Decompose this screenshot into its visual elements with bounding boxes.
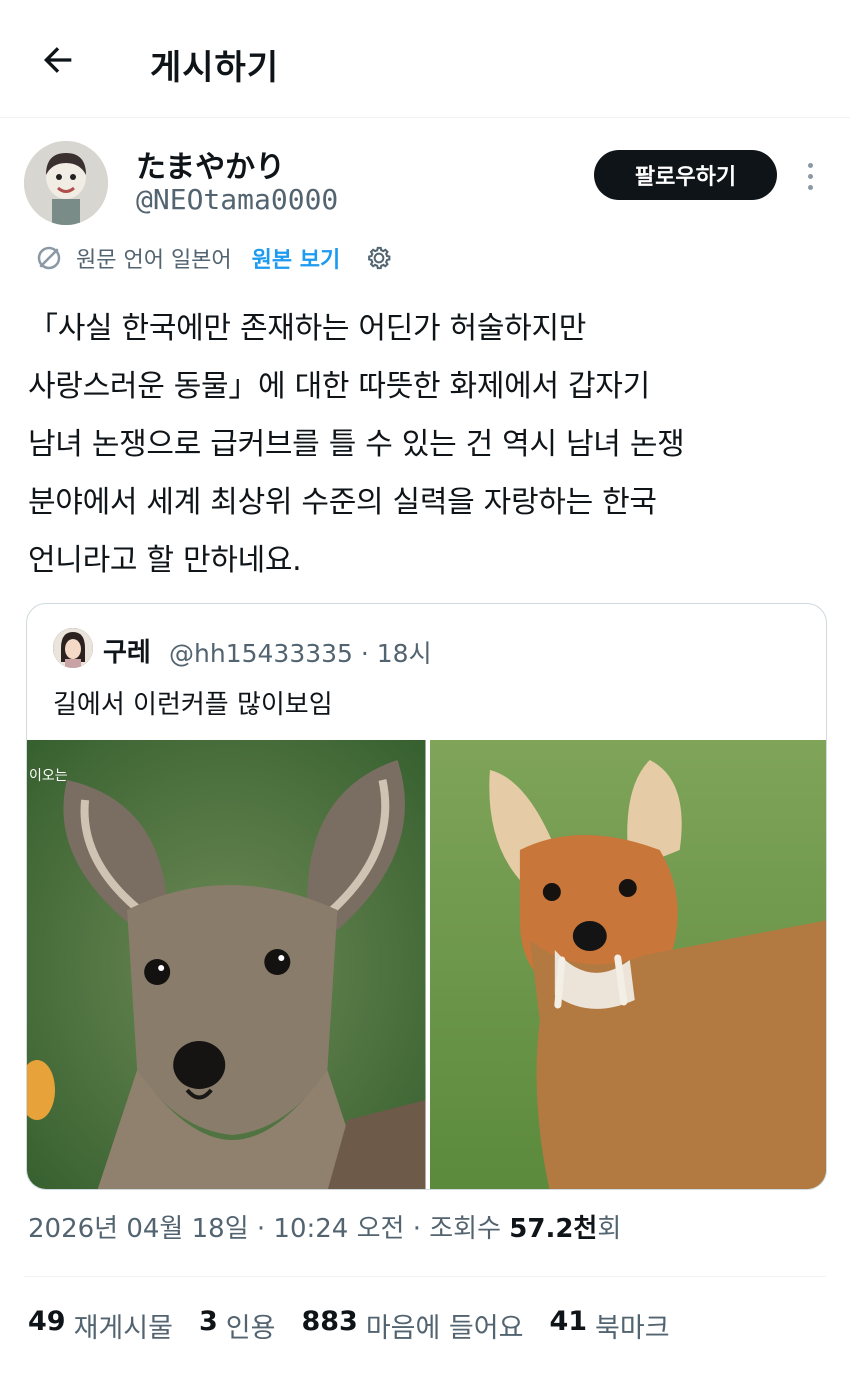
more-vertical-icon-dot bbox=[807, 184, 813, 190]
avatar[interactable] bbox=[24, 141, 108, 225]
view-count-suffix: 회 bbox=[597, 1214, 622, 1244]
more-vertical-icon-dot bbox=[807, 173, 813, 179]
source-language-label: 원문 언어 일본어 bbox=[76, 248, 232, 273]
engagement-stats: 49 재게시물 3 인용 883 마음에 들어요 41 북마크 bbox=[28, 1306, 670, 1345]
reposts-stat[interactable]: 49 재게시물 bbox=[28, 1306, 173, 1345]
water-deer-photo-left[interactable]: 이오는 bbox=[27, 740, 426, 1189]
translate-icon bbox=[37, 246, 61, 270]
more-options-button[interactable] bbox=[798, 156, 822, 196]
quotes-stat[interactable]: 3 인용 bbox=[199, 1306, 275, 1345]
quoted-media[interactable]: 이오는 bbox=[27, 740, 826, 1189]
view-count: 57.2천 bbox=[509, 1214, 598, 1244]
likes-count: 883 bbox=[301, 1306, 358, 1337]
likes-stat[interactable]: 883 마음에 들어요 bbox=[301, 1306, 523, 1345]
tweet-text: 「사실 한국에만 존재하는 어딘가 허술하지만 사랑스러운 동물」에 대한 따뜻… bbox=[28, 311, 685, 578]
bookmarks-label: 북마크 bbox=[595, 1313, 670, 1344]
page-title: 게시하기 bbox=[150, 48, 280, 88]
bookmarks-count: 41 bbox=[549, 1306, 588, 1337]
follow-button[interactable]: 팔로우하기 bbox=[594, 150, 777, 200]
reposts-label: 재게시물 bbox=[73, 1313, 173, 1344]
quoted-tweet-text: 길에서 이런커플 많이보임 bbox=[53, 690, 333, 720]
likes-label: 마음에 들어요 bbox=[365, 1313, 524, 1344]
author-display-name[interactable]: たまやかり bbox=[136, 142, 285, 186]
bookmarks-stat[interactable]: 41 북마크 bbox=[549, 1306, 669, 1345]
gear-icon bbox=[368, 246, 391, 270]
timestamp-date: 2026년 04월 18일 · 10:24 오전 · 조회수 bbox=[28, 1214, 510, 1244]
quoted-tweet-card[interactable]: 구레 @hh15433335 · 18시 길에서 이런커플 많이보임 이오는 bbox=[26, 603, 827, 1190]
quotes-count: 3 bbox=[198, 1306, 218, 1337]
show-original-link[interactable]: 원본 보기 bbox=[252, 242, 341, 274]
more-vertical-icon bbox=[807, 162, 813, 168]
top-bar: 게시하기 bbox=[0, 0, 850, 118]
reposts-count: 49 bbox=[28, 1306, 66, 1337]
translation-settings-button[interactable] bbox=[364, 243, 394, 273]
translation-row: 원문 언어 일본어 원본 보기 bbox=[34, 240, 394, 276]
quotes-label: 인용 bbox=[225, 1313, 276, 1344]
quoted-avatar[interactable] bbox=[53, 628, 93, 668]
back-button[interactable] bbox=[36, 38, 80, 82]
image-watermark-text: 이오는 bbox=[29, 768, 68, 784]
back-arrow-icon bbox=[44, 47, 72, 73]
water-deer-photo-right[interactable] bbox=[429, 740, 826, 1189]
quoted-author-name[interactable]: 구레 bbox=[103, 632, 151, 669]
quoted-author-meta: @hh15433335 · 18시 bbox=[169, 639, 432, 668]
divider bbox=[24, 1276, 826, 1277]
author-handle[interactable]: @NEOtama0000 bbox=[136, 183, 338, 216]
tweet-timestamp: 2026년 04월 18일 · 10:24 오전 · 조회수 57.2천회 bbox=[28, 1208, 621, 1245]
